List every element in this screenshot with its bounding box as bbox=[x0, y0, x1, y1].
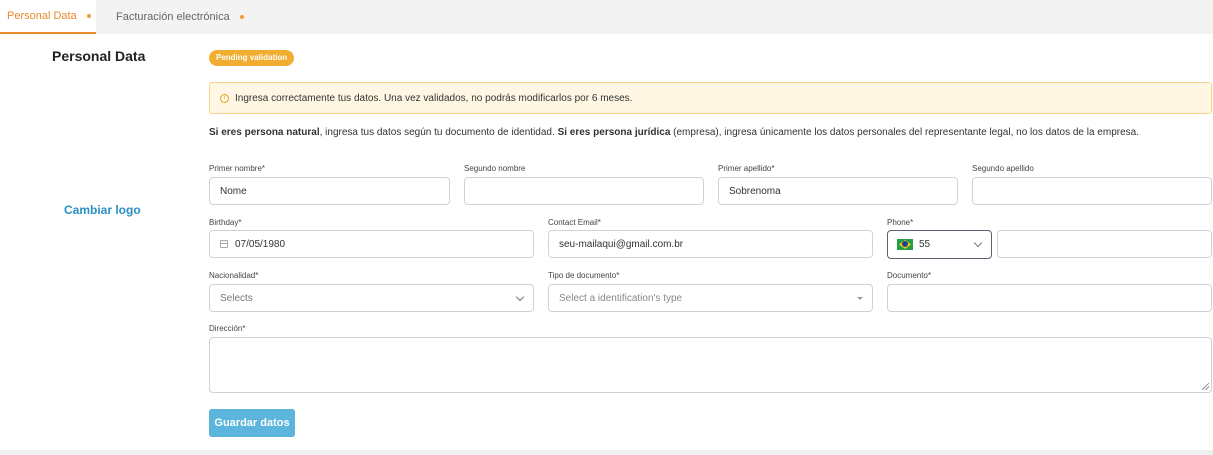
page-title: Personal Data bbox=[52, 48, 146, 64]
chevron-down-icon bbox=[973, 238, 983, 248]
instructions-part-2: (empresa), ingresa únicamente los datos … bbox=[670, 127, 1139, 138]
second-name-label: Segundo nombre bbox=[464, 164, 526, 173]
bottom-divider bbox=[0, 450, 1213, 455]
first-surname-input[interactable]: Sobrenoma bbox=[718, 177, 958, 205]
address-textarea[interactable] bbox=[209, 337, 1212, 393]
birthday-value: 07/05/1980 bbox=[235, 238, 286, 250]
nationality-value: Selects bbox=[220, 292, 253, 304]
instructions-part-1: , ingresa tus datos según tu documento d… bbox=[319, 127, 558, 138]
second-name-input[interactable] bbox=[464, 177, 704, 205]
change-logo-link[interactable]: Cambiar logo bbox=[64, 203, 141, 217]
tab-status-dot bbox=[239, 15, 244, 19]
email-label: Contact Email* bbox=[548, 218, 601, 227]
birthday-label: Birthday* bbox=[209, 218, 242, 227]
info-alert: i Ingresa correctamente tus datos. Una v… bbox=[209, 82, 1212, 114]
address-label: Dirección* bbox=[209, 324, 246, 333]
instructions-bold-juridica: Si eres persona jurídica bbox=[557, 127, 671, 138]
tab-label: Personal Data bbox=[7, 10, 77, 22]
instructions-text: Si eres persona natural, ingresa tus dat… bbox=[209, 127, 1212, 138]
save-button[interactable]: Guardar datos bbox=[209, 409, 295, 437]
alert-text: Ingresa correctamente tus datos. Una vez… bbox=[235, 92, 633, 104]
nationality-label: Nacionalidad* bbox=[209, 271, 259, 280]
birthday-input[interactable]: 07/05/1980 bbox=[209, 230, 534, 258]
tab-status-dot bbox=[86, 14, 91, 18]
tab-label: Facturación electrónica bbox=[116, 11, 230, 23]
document-type-select[interactable]: Select a identification's type bbox=[548, 284, 873, 312]
document-type-label: Tipo de documento* bbox=[548, 271, 620, 280]
document-type-placeholder: Select a identification's type bbox=[559, 292, 683, 304]
document-input[interactable] bbox=[887, 284, 1212, 312]
phone-country-select[interactable]: 55 bbox=[887, 230, 992, 259]
tab-facturacion-electronica[interactable]: Facturación electrónica bbox=[108, 0, 244, 34]
caret-down-icon bbox=[857, 297, 863, 300]
second-surname-label: Segundo apellido bbox=[972, 164, 1034, 173]
document-label: Documento* bbox=[887, 271, 932, 280]
first-name-value: Nome bbox=[220, 185, 247, 197]
first-name-input[interactable]: Nome bbox=[209, 177, 450, 205]
chevron-down-icon bbox=[515, 292, 525, 302]
phone-input[interactable] bbox=[997, 230, 1212, 258]
first-surname-value: Sobrenoma bbox=[729, 185, 781, 197]
status-badge: Pending validation bbox=[209, 50, 295, 66]
phone-country-code: 55 bbox=[919, 239, 931, 250]
first-name-label: Primer nombre* bbox=[209, 164, 266, 173]
email-value: seu-mailaqui@gmail.com.br bbox=[559, 238, 684, 250]
tab-bar: Personal Data Facturación electrónica bbox=[0, 0, 1213, 34]
tab-personal-data[interactable]: Personal Data bbox=[0, 0, 96, 34]
instructions-bold-natural: Si eres persona natural bbox=[209, 127, 320, 138]
phone-label: Phone* bbox=[887, 218, 914, 227]
brazil-flag-icon bbox=[897, 239, 913, 250]
calendar-icon bbox=[220, 240, 228, 248]
info-icon: i bbox=[220, 93, 229, 103]
nationality-select[interactable]: Selects bbox=[209, 284, 534, 312]
resize-handle-icon[interactable] bbox=[1202, 383, 1209, 390]
second-surname-input[interactable] bbox=[972, 177, 1212, 205]
first-surname-label: Primer apellido* bbox=[718, 164, 775, 173]
email-input[interactable]: seu-mailaqui@gmail.com.br bbox=[548, 230, 873, 258]
